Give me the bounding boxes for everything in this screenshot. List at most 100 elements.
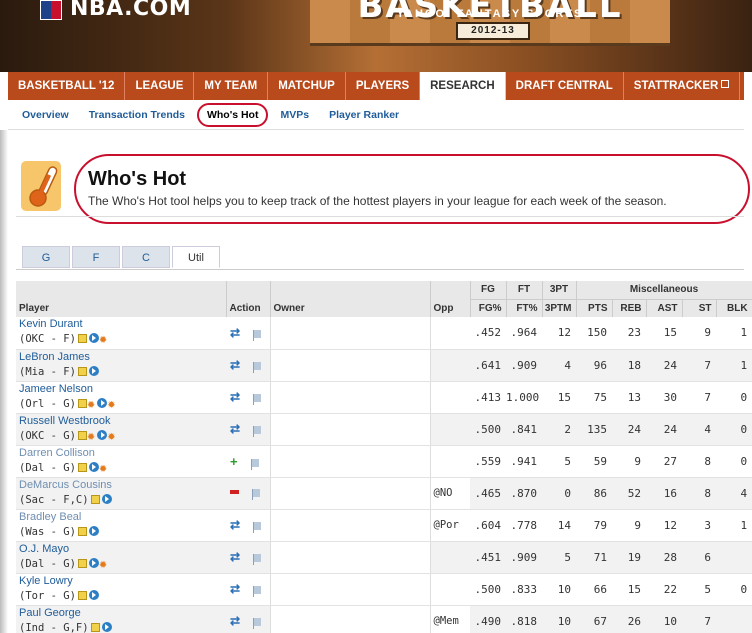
player-team: (OKC - F) — [19, 333, 76, 346]
subnav-mvps[interactable]: MVPs — [280, 109, 309, 121]
trade-player-icon[interactable]: ⇄ — [230, 390, 240, 404]
watch-flag-icon[interactable] — [253, 586, 262, 597]
trade-player-icon[interactable]: ⇄ — [230, 422, 240, 436]
table-row: Russell Westbrook (OKC - G) ✹ ✹ ⇄ .500.841 2 13… — [16, 413, 752, 446]
nav-tab-players[interactable]: PLAYERS — [346, 72, 421, 100]
site-name[interactable]: NBA.COM — [70, 0, 191, 21]
video-play-icon[interactable] — [88, 333, 99, 344]
nav-tab-matchup[interactable]: MATCHUP — [268, 72, 346, 100]
nav-tab-label: RESEARCH — [430, 80, 495, 92]
col-3ptm[interactable]: 3PTM — [542, 298, 577, 317]
col-blk[interactable]: BLK — [716, 298, 752, 317]
player-note-icon[interactable] — [77, 558, 87, 568]
trade-player-icon[interactable]: ⇄ — [230, 358, 240, 372]
video-play-icon[interactable] — [88, 366, 99, 376]
owner-cell — [270, 605, 431, 633]
player-note-icon[interactable] — [77, 430, 87, 440]
subnav-player-ranker[interactable]: Player Ranker — [329, 109, 399, 121]
video-play-icon[interactable] — [88, 461, 99, 472]
watch-flag-icon[interactable] — [253, 394, 262, 405]
stat-ast: 10 — [646, 605, 682, 633]
video-play-icon[interactable] — [88, 526, 99, 536]
player-note-icon[interactable] — [77, 462, 87, 472]
trade-player-icon[interactable]: ⇄ — [230, 326, 240, 340]
video-play-icon[interactable] — [97, 429, 108, 440]
player-name-link[interactable]: Russell Westbrook — [19, 414, 221, 429]
player-cell: Bradley Beal (Was - G) — [16, 509, 226, 542]
nav-tab-basketball-12[interactable]: BASKETBALL '12 — [8, 72, 126, 100]
subnav-transaction-trends[interactable]: Transaction Trends — [89, 109, 185, 121]
player-name-link[interactable]: LeBron James — [19, 350, 221, 365]
trade-player-icon[interactable]: ⇄ — [230, 518, 240, 532]
player-name-link[interactable]: Kevin Durant — [19, 317, 221, 332]
nav-tab-research[interactable]: RESEARCH — [420, 72, 506, 100]
video-play-icon[interactable] — [101, 494, 112, 504]
col-pts[interactable]: PTS — [576, 298, 613, 317]
watch-flag-icon[interactable] — [253, 554, 262, 565]
stat-st: 8 — [682, 477, 716, 510]
nav-tab-draft-central[interactable]: DRAFT CENTRAL — [506, 72, 624, 100]
hot-streak-icon: ✹ — [98, 335, 108, 347]
watch-flag-icon[interactable] — [253, 329, 262, 341]
watch-flag-icon[interactable] — [253, 426, 262, 437]
watch-flag-icon[interactable] — [253, 362, 262, 373]
player-note-icon[interactable] — [77, 527, 87, 536]
watch-flag-icon[interactable] — [252, 489, 260, 500]
player-note-icon[interactable] — [77, 334, 87, 344]
action-cell: ⇄ — [226, 605, 271, 633]
main-nav-bar: BASKETBALL '12 LEAGUE MY TEAM MATCHUP PLAYER… — [8, 72, 744, 100]
player-note-icon[interactable] — [77, 398, 87, 408]
watch-flag-icon[interactable] — [253, 618, 262, 629]
player-note-icon[interactable] — [90, 623, 100, 632]
player-note-icon[interactable] — [90, 495, 100, 504]
col-reb[interactable]: REB — [612, 298, 647, 317]
nba-logo-icon[interactable] — [40, 0, 62, 20]
trade-player-icon[interactable]: ⇄ — [230, 582, 240, 596]
subnav-who-s-hot[interactable]: Who's Hot — [196, 102, 269, 127]
stat-pts: 86 — [576, 477, 612, 510]
col-action: Action — [226, 281, 271, 317]
col-player[interactable]: Player — [16, 281, 227, 317]
player-name-link[interactable]: Paul George — [19, 606, 221, 621]
col-fg-pct[interactable]: FG% — [470, 298, 507, 317]
player-name-link[interactable]: Jameer Nelson — [19, 382, 221, 397]
nav-tab-label: PLAYERS — [355, 80, 410, 92]
video-play-icon[interactable] — [101, 622, 112, 632]
stat-fgp: .500 — [470, 413, 506, 446]
video-play-icon[interactable] — [88, 590, 99, 600]
col-st[interactable]: ST — [682, 298, 717, 317]
position-tab-util[interactable]: Util — [172, 246, 220, 268]
watch-flag-icon[interactable] — [253, 522, 262, 533]
stat-st: 9 — [682, 317, 716, 350]
nav-tab-stattracker[interactable]: STATTRACKER — [624, 72, 741, 100]
position-tab-g[interactable]: G — [22, 246, 70, 268]
video-play-icon[interactable] — [88, 557, 99, 568]
col-ft-pct[interactable]: FT% — [506, 298, 543, 317]
player-name-link[interactable]: Bradley Beal — [19, 510, 221, 525]
watch-flag-icon[interactable] — [250, 458, 259, 470]
opponent-cell — [430, 381, 470, 414]
trade-player-icon[interactable]: ⇄ — [230, 550, 240, 564]
action-cell: ⇄ — [226, 381, 271, 414]
trade-player-icon[interactable]: ⇄ — [230, 614, 240, 628]
player-note-icon[interactable] — [77, 367, 87, 376]
stat-st: 7 — [682, 381, 716, 414]
player-name-link[interactable]: O.J. Mayo — [19, 542, 221, 557]
position-tab-c[interactable]: C — [122, 246, 170, 268]
stat-blk: 4 — [716, 477, 752, 510]
add-player-icon[interactable]: + — [230, 454, 238, 469]
player-name-link[interactable]: DeMarcus Cousins — [19, 478, 221, 493]
stat-reb: 26 — [612, 605, 646, 633]
player-note-icon[interactable] — [77, 591, 87, 600]
player-name-link[interactable]: Kyle Lowry — [19, 574, 221, 589]
video-play-icon[interactable] — [97, 397, 108, 408]
nav-tab-my-team[interactable]: MY TEAM — [194, 72, 269, 100]
col-owner[interactable]: Owner — [270, 281, 431, 317]
col-ast[interactable]: AST — [646, 298, 683, 317]
player-name-link[interactable]: Darren Collison — [19, 446, 221, 461]
subnav-overview[interactable]: Overview — [22, 109, 69, 121]
main-nav: BASKETBALL '12 LEAGUE MY TEAM MATCHUP PLAYER… — [0, 72, 752, 100]
nav-tab-league[interactable]: LEAGUE — [125, 72, 195, 100]
position-tab-f[interactable]: F — [72, 246, 120, 268]
drop-player-icon[interactable] — [230, 490, 239, 494]
